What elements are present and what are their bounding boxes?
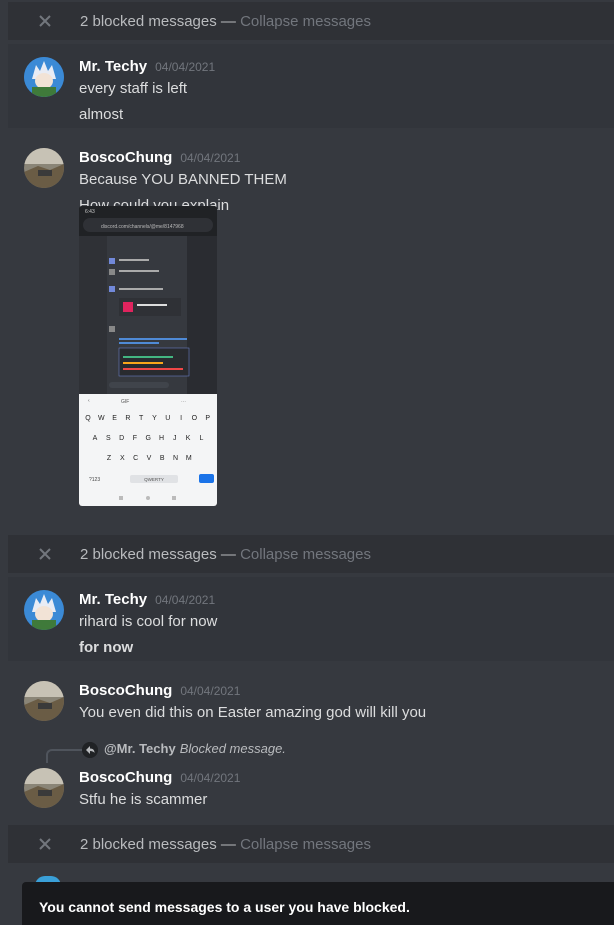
keyboard-key: G: [145, 435, 150, 442]
close-icon[interactable]: [38, 14, 52, 28]
blocked-messages-bar[interactable]: 2 blocked messages — Collapse messages: [8, 825, 614, 863]
blocked-messages-bar[interactable]: 2 blocked messages — Collapse messages: [8, 535, 614, 573]
blocked-messages-bar[interactable]: 2 blocked messages — Collapse messages: [8, 2, 614, 40]
reply-preview[interactable]: @Mr. Techy Blocked message.: [104, 741, 286, 756]
message-group: BoscoChung 04/04/2021 You even did this o…: [8, 663, 614, 737]
svg-text:6:43: 6:43: [85, 209, 95, 215]
keyboard-key: N: [173, 455, 178, 462]
keyboard-key: O: [192, 415, 198, 422]
svg-text:?123: ?123: [89, 477, 100, 483]
message-text: for now: [79, 639, 134, 656]
timestamp: 04/04/2021: [155, 60, 216, 74]
svg-text:GIF: GIF: [121, 399, 129, 405]
keyboard-key: H: [159, 435, 164, 442]
keyboard-key: W: [98, 415, 105, 422]
avatar[interactable]: [24, 768, 64, 808]
keyboard-key: K: [186, 435, 191, 442]
svg-text:discord.com/channels/@me/81479: discord.com/channels/@me/8147968: [101, 224, 184, 230]
message-text: rihard is cool for now: [79, 613, 218, 630]
avatar[interactable]: [24, 590, 64, 630]
reply-connector: [46, 749, 82, 763]
keyboard-key: L: [199, 435, 203, 442]
keyboard-key: C: [133, 455, 138, 462]
keyboard-key: R: [125, 415, 130, 422]
keyboard-key: V: [147, 455, 152, 462]
timestamp: 04/04/2021: [155, 593, 216, 607]
timestamp: 04/04/2021: [180, 684, 241, 698]
author-name[interactable]: Mr. Techy 04/04/2021: [79, 58, 215, 75]
avatar[interactable]: [24, 57, 64, 97]
close-icon[interactable]: [38, 547, 52, 561]
message-group: @Mr. Techy Blocked message. BoscoChung 04/…: [8, 740, 614, 825]
keyboard-key: I: [180, 415, 182, 422]
chat-log: 2 blocked messages — Collapse messages M…: [0, 0, 614, 925]
keyboard-key: Z: [107, 455, 112, 462]
blocked-messages-text: 2 blocked messages — Collapse messages: [80, 12, 371, 30]
keyboard-key: F: [133, 435, 137, 442]
collapse-messages-link[interactable]: Collapse messages: [240, 836, 371, 853]
author-name[interactable]: BoscoChung 04/04/2021: [79, 769, 240, 786]
timestamp: 04/04/2021: [180, 151, 241, 165]
close-icon[interactable]: [38, 837, 52, 851]
avatar[interactable]: [24, 148, 64, 188]
keyboard-key: U: [165, 415, 170, 422]
keyboard-key: Y: [152, 415, 157, 422]
keyboard-key: M: [186, 455, 192, 462]
author-name[interactable]: BoscoChung 04/04/2021: [79, 682, 240, 699]
avatar[interactable]: [24, 681, 64, 721]
message-text: Stfu he is scammer: [79, 791, 208, 808]
author-name[interactable]: BoscoChung 04/04/2021: [79, 149, 240, 166]
notice-text: You cannot send messages to a user you h…: [39, 899, 410, 915]
timestamp: 04/04/2021: [180, 771, 241, 785]
blocked-user-notice: You cannot send messages to a user you h…: [22, 882, 614, 925]
collapse-messages-link[interactable]: Collapse messages: [240, 13, 371, 30]
message-text: Because YOU BANNED THEM: [79, 171, 287, 188]
author-name[interactable]: Mr. Techy 04/04/2021: [79, 591, 215, 608]
keyboard-key: A: [93, 435, 98, 442]
reply-icon: [82, 742, 98, 758]
image-attachment[interactable]: 6:43 discord.com/channels/@me/8147968 ‹ …: [79, 206, 217, 506]
message-text: You even did this on Easter amazing god …: [79, 704, 427, 721]
keyboard-key: Q: [85, 415, 91, 422]
keyboard-key: S: [106, 435, 111, 442]
message-group: Mr. Techy 04/04/2021 every staff is left …: [8, 44, 614, 128]
keyboard-key: P: [205, 415, 210, 422]
keyboard-key: E: [112, 415, 117, 422]
message-group: BoscoChung 04/04/2021 Because YOU BANNED …: [8, 128, 614, 538]
message-text: almost: [79, 106, 124, 123]
blocked-messages-text: 2 blocked messages — Collapse messages: [80, 545, 371, 563]
keyboard-key: X: [120, 455, 125, 462]
message-group: Mr. Techy 04/04/2021 rihard is cool for n…: [8, 577, 614, 661]
svg-text:⋯: ⋯: [181, 399, 186, 405]
message-text: every staff is left: [79, 80, 188, 97]
keyboard-key: J: [173, 435, 177, 442]
blocked-messages-text: 2 blocked messages — Collapse messages: [80, 835, 371, 853]
svg-text:QWERTY: QWERTY: [144, 477, 164, 482]
keyboard-key: B: [160, 455, 165, 462]
keyboard-key: D: [119, 435, 124, 442]
keyboard-key: T: [139, 415, 144, 422]
collapse-messages-link[interactable]: Collapse messages: [240, 546, 371, 563]
